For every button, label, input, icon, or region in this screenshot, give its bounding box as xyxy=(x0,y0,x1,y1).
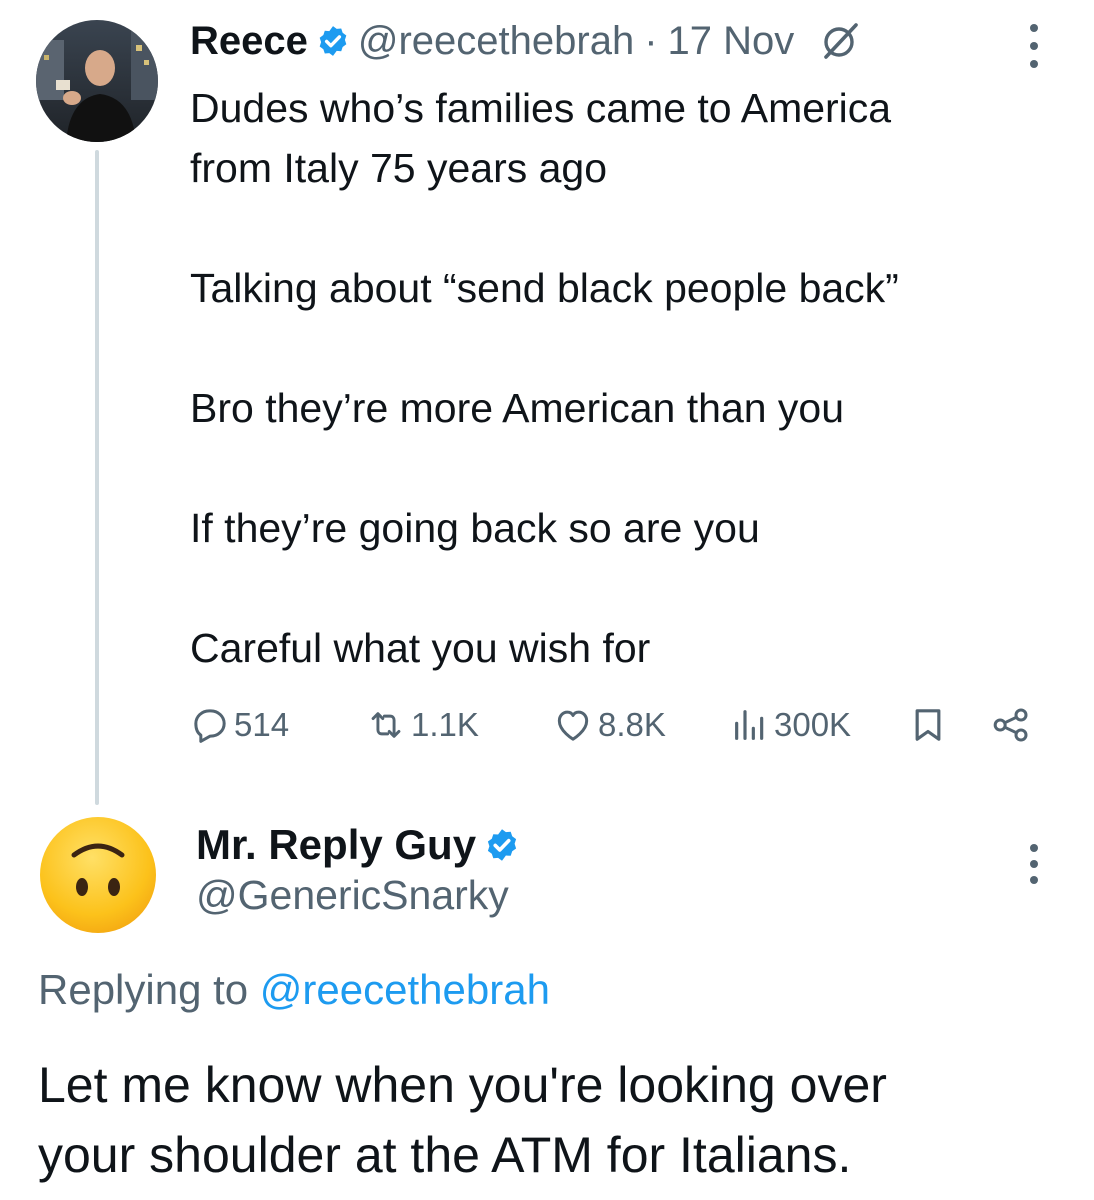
tweet-line: Talking about “send black people back” xyxy=(190,265,899,311)
reply-line: Let me know when you're looking over xyxy=(38,1057,887,1113)
repost-button[interactable]: 1.1K xyxy=(365,700,479,750)
tweet-line: If they’re going back so are you xyxy=(190,505,760,551)
reply-author-handle[interactable]: @GenericSnarky xyxy=(196,872,509,919)
share-icon xyxy=(993,708,1028,742)
reply-author-name[interactable]: Mr. Reply Guy xyxy=(196,821,476,869)
tweet-date[interactable]: 17 Nov xyxy=(668,19,795,64)
tweet-line: Bro they’re more American than you xyxy=(190,385,845,431)
bookmark-button[interactable] xyxy=(908,700,952,750)
reply-count: 514 xyxy=(234,706,290,743)
view-count: 300K xyxy=(774,706,852,743)
reply-text: Let me know when you're looking over you… xyxy=(38,1050,1068,1190)
bookmark-icon xyxy=(915,709,941,741)
replying-to-label: Replying to xyxy=(38,966,249,1013)
replying-to-line: Replying to @reecethebrah xyxy=(38,966,550,1014)
reply-button[interactable]: 514 xyxy=(190,700,289,750)
tweet-line: Dudes who’s families came to America xyxy=(190,85,892,131)
avatar-reece[interactable] xyxy=(36,20,158,142)
reply-icon xyxy=(194,709,226,743)
thread-connector-line xyxy=(95,150,99,805)
like-button[interactable]: 8.8K xyxy=(552,700,666,750)
author-name[interactable]: Reece xyxy=(190,19,308,64)
share-button[interactable] xyxy=(990,700,1036,750)
author-handle[interactable]: @reecethebrah xyxy=(358,19,634,64)
grok-icon[interactable] xyxy=(820,21,860,61)
tweet-actions-bar: 514 1.1K 8.8K 300K xyxy=(190,700,1050,750)
heart-icon xyxy=(557,710,589,741)
replying-to-handle-link[interactable]: @reecethebrah xyxy=(260,966,550,1013)
tweet-line: from Italy 75 years ago xyxy=(190,145,608,191)
tweet-line: Careful what you wish for xyxy=(190,625,651,671)
verified-badge-icon xyxy=(316,24,350,58)
upside-down-face-emoji-avatar[interactable] xyxy=(38,815,158,935)
more-options-icon[interactable] xyxy=(1016,24,1052,68)
tweet-header: Reece @reecethebrah · 17 Nov xyxy=(190,14,860,68)
tweet-text: Dudes who’s families came to America fro… xyxy=(190,78,1070,678)
views-chart-icon xyxy=(735,710,764,740)
verified-badge-icon xyxy=(484,827,520,863)
views-button[interactable]: 300K xyxy=(730,700,851,750)
like-count: 8.8K xyxy=(598,706,666,743)
repost-icon xyxy=(371,712,401,738)
repost-count: 1.1K xyxy=(411,706,479,743)
reply-line: your shoulder at the ATM for Italians. xyxy=(38,1127,852,1183)
separator-dot: · xyxy=(644,18,658,63)
more-options-icon[interactable] xyxy=(1016,844,1052,884)
reply-author-header: Mr. Reply Guy xyxy=(196,818,528,872)
